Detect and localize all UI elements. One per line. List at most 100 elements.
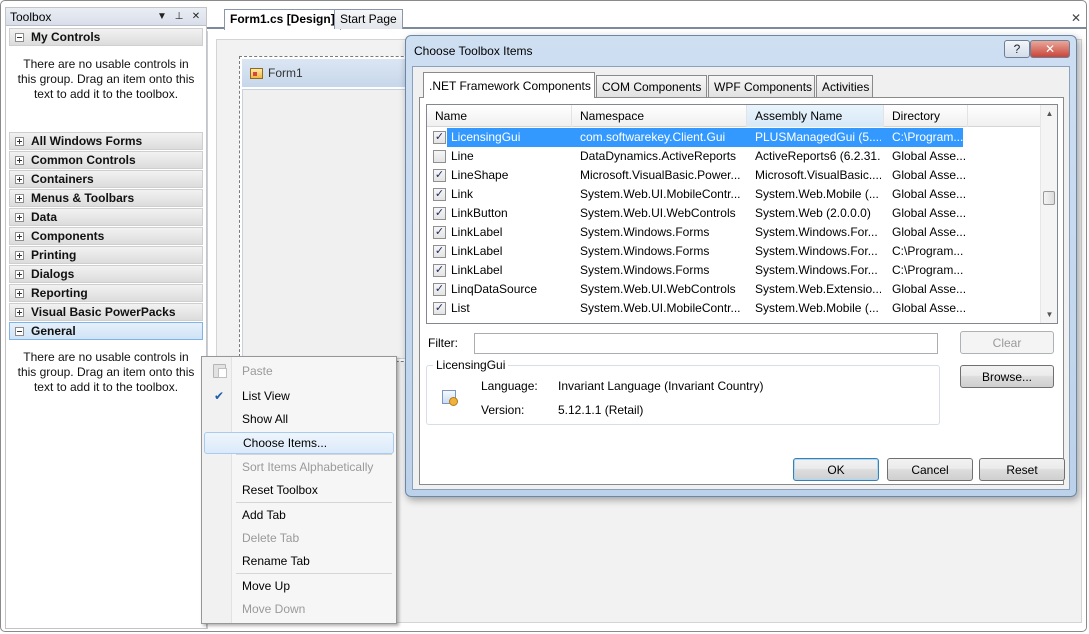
toolbox-group-reporting[interactable]: Reporting xyxy=(9,284,203,302)
list-item[interactable]: ✓ LinqDataSource System.Web.UI.WebControls… xyxy=(427,280,1041,299)
toolbox-group-components[interactable]: Components xyxy=(9,227,203,245)
toolbox-group-data[interactable]: Data xyxy=(9,208,203,226)
clipboard-icon xyxy=(212,364,227,378)
expand-icon[interactable] xyxy=(15,250,24,260)
menu-item-label: Sort Items Alphabetically xyxy=(242,460,374,474)
expand-icon[interactable] xyxy=(15,288,24,298)
cell-name: LicensingGui xyxy=(451,130,521,144)
menu-item-label: Rename Tab xyxy=(242,554,310,568)
help-button[interactable]: ? xyxy=(1004,40,1030,58)
toolbox-group-general[interactable]: General xyxy=(9,322,203,340)
menu-item-list-view[interactable]: ✔ List View xyxy=(204,385,394,407)
column-header-assembly-name[interactable]: Assembly Name xyxy=(747,105,884,127)
ok-button[interactable]: OK xyxy=(793,458,879,481)
collapse-icon[interactable] xyxy=(15,32,24,42)
list-item[interactable]: ✓ List System.Web.UI.MobileContr... System.… xyxy=(427,299,1041,318)
expand-icon[interactable] xyxy=(15,193,24,203)
toolbox-empty-message[interactable]: There are no usable controls in this gro… xyxy=(6,57,206,131)
tab-wpf-components[interactable]: WPF Components xyxy=(708,75,815,97)
item-checkbox[interactable]: ✓ xyxy=(433,226,446,239)
close-icon[interactable]: ✕ xyxy=(189,11,203,22)
column-header-namespace[interactable]: Namespace xyxy=(572,105,747,127)
menu-item-label: Paste xyxy=(242,364,273,378)
vertical-scrollbar[interactable]: ▲ ▼ xyxy=(1040,105,1057,323)
toolbox-empty-message[interactable]: There are no usable controls in this gro… xyxy=(6,350,206,395)
cell-assembly: Microsoft.VisualBasic.... xyxy=(755,168,881,182)
list-item[interactable]: ✓ LinkLabel System.Windows.Forms System.Win… xyxy=(427,242,1041,261)
visual-studio-window: Toolbox ▼ ⊥ ✕ My Controls There are no u… xyxy=(0,0,1087,632)
list-item[interactable]: ✓ LicensingGui com.softwarekey.Client.Gui P… xyxy=(427,128,1041,147)
clear-button[interactable]: Clear xyxy=(960,331,1054,354)
menu-item-move-down[interactable]: Move Down xyxy=(204,598,394,620)
expand-icon[interactable] xyxy=(15,269,24,279)
item-checkbox[interactable]: ✓ xyxy=(433,207,446,220)
column-header-name[interactable]: Name xyxy=(427,105,572,127)
tab-net-framework-components[interactable]: .NET Framework Components xyxy=(423,72,595,98)
expand-icon[interactable] xyxy=(15,155,24,165)
cell-assembly: System.Windows.For... xyxy=(755,225,878,239)
expand-icon[interactable] xyxy=(15,231,24,241)
version-label: Version: xyxy=(481,403,525,417)
scroll-down-icon[interactable]: ▼ xyxy=(1041,306,1057,323)
menu-item-add-tab[interactable]: Add Tab xyxy=(204,504,394,526)
menu-item-choose-items[interactable]: Choose Items... xyxy=(204,432,394,454)
expand-icon[interactable] xyxy=(15,212,24,222)
form1-designer-surface[interactable]: Form1 xyxy=(239,56,429,364)
list-item[interactable]: Line DataDynamics.ActiveReports ActiveRepo… xyxy=(427,147,1041,166)
menu-item-rename-tab[interactable]: Rename Tab xyxy=(204,550,394,572)
collapse-icon[interactable] xyxy=(15,326,24,336)
toolbox-group-my-controls[interactable]: My Controls xyxy=(9,28,203,46)
list-item[interactable]: ✓ LinkButton System.Web.UI.WebControls Syst… xyxy=(427,204,1041,223)
dialog-close-button[interactable]: ✕ xyxy=(1030,40,1070,58)
tab-form1-design[interactable]: Form1.cs [Design] xyxy=(224,9,341,30)
list-item[interactable]: ✓ LineShape Microsoft.VisualBasic.Power...… xyxy=(427,166,1041,185)
item-checkbox[interactable] xyxy=(433,150,446,163)
version-value: 5.12.1.1 (Retail) xyxy=(558,403,644,417)
scroll-up-icon[interactable]: ▲ xyxy=(1041,105,1057,122)
item-checkbox[interactable]: ✓ xyxy=(433,302,446,315)
dropdown-arrow-icon[interactable]: ▼ xyxy=(155,11,169,22)
close-document-icon[interactable]: ✕ xyxy=(1071,11,1081,25)
list-item[interactable]: ✓ Link System.Web.UI.MobileContr... System.… xyxy=(427,185,1041,204)
menu-item-move-up[interactable]: Move Up xyxy=(204,575,394,597)
menu-item-reset-toolbox[interactable]: Reset Toolbox xyxy=(204,479,394,501)
scroll-thumb[interactable] xyxy=(1043,191,1055,205)
browse-button[interactable]: Browse... xyxy=(960,365,1054,388)
expand-icon[interactable] xyxy=(15,307,24,317)
toolbox-group-common-controls[interactable]: Common Controls xyxy=(9,151,203,169)
reset-button[interactable]: Reset xyxy=(979,458,1065,481)
list-item[interactable]: ✓ LinkLabel System.Windows.Forms System.Win… xyxy=(427,261,1041,280)
tab-start-page[interactable]: Start Page xyxy=(334,9,403,29)
item-checkbox[interactable]: ✓ xyxy=(433,169,446,182)
item-checkbox[interactable]: ✓ xyxy=(433,264,446,277)
menu-item-sort-items-alphabetically[interactable]: Sort Items Alphabetically xyxy=(204,456,394,478)
toolbox-group-containers[interactable]: Containers xyxy=(9,170,203,188)
tab-com-components[interactable]: COM Components xyxy=(596,75,707,97)
item-checkbox[interactable]: ✓ xyxy=(433,283,446,296)
item-checkbox[interactable]: ✓ xyxy=(433,245,446,258)
menu-item-paste[interactable]: Paste xyxy=(204,360,394,382)
toolbox-group-label: Common Controls xyxy=(31,153,136,167)
expand-icon[interactable] xyxy=(15,174,24,184)
menu-item-show-all[interactable]: Show All xyxy=(204,408,394,430)
list-header: Name Namespace Assembly Name Directory xyxy=(427,105,1041,127)
components-list[interactable]: Name Namespace Assembly Name Directory ✓… xyxy=(426,104,1058,324)
toolbox-group-all-windows-forms[interactable]: All Windows Forms xyxy=(9,132,203,150)
filter-input[interactable] xyxy=(474,333,938,354)
toolbox-group-printing[interactable]: Printing xyxy=(9,246,203,264)
item-checkbox[interactable]: ✓ xyxy=(433,188,446,201)
toolbox-group-dialogs[interactable]: Dialogs xyxy=(9,265,203,283)
item-checkbox[interactable]: ✓ xyxy=(433,131,446,144)
component-info-title: LicensingGui xyxy=(433,358,509,372)
expand-icon[interactable] xyxy=(15,136,24,146)
pin-icon[interactable]: ⊥ xyxy=(172,11,186,22)
tab-activities[interactable]: Activities xyxy=(816,75,873,97)
form1-client-area[interactable] xyxy=(242,89,428,359)
list-item[interactable]: ✓ LinkLabel System.Windows.Forms System.Win… xyxy=(427,223,1041,242)
toolbox-group-visual-basic-powerpacks[interactable]: Visual Basic PowerPacks xyxy=(9,303,203,321)
form1-titlebar[interactable]: Form1 xyxy=(242,59,428,87)
menu-item-delete-tab[interactable]: Delete Tab xyxy=(204,527,394,549)
toolbox-group-menus-toolbars[interactable]: Menus & Toolbars xyxy=(9,189,203,207)
cancel-button[interactable]: Cancel xyxy=(887,458,973,481)
column-header-directory[interactable]: Directory xyxy=(884,105,968,127)
